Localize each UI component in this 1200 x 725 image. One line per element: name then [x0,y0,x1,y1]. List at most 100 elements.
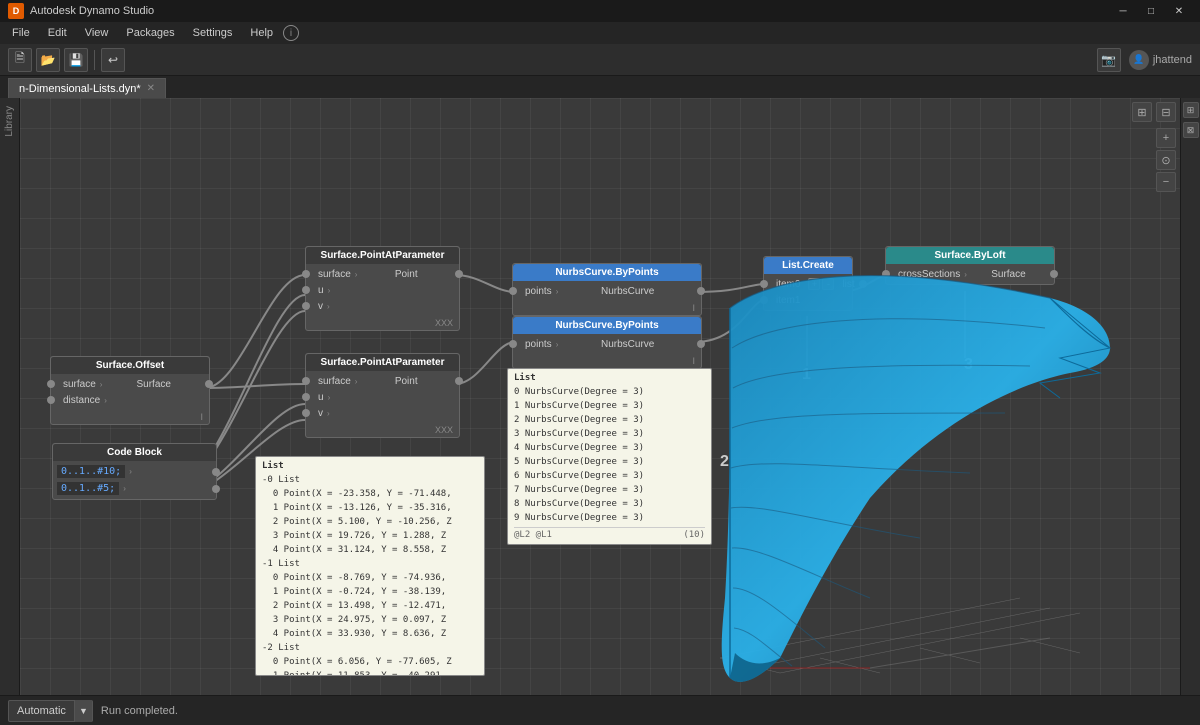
surface-point1-node[interactable]: Surface.PointAtParameter surface › Point… [305,246,460,331]
code1-port-right[interactable] [212,468,220,476]
list-remove-button[interactable]: - [822,278,834,290]
byloft-sections-row: crossSections › Surface [886,266,1054,282]
menu-packages[interactable]: Packages [118,25,182,41]
list-add-button[interactable]: + [808,278,820,290]
menu-edit[interactable]: Edit [40,25,75,41]
surface-output-label: Surface [133,379,175,390]
preview2-footer-left: @L2 @L1 [514,530,552,540]
nurbs1-points-row: points › NurbsCurve [513,283,701,299]
surface-port-right[interactable] [205,380,213,388]
nurbs2-body: points › NurbsCurve [513,334,701,354]
byloft-output-port[interactable] [1050,270,1058,278]
sp1-u-port[interactable] [302,286,310,294]
sp2-u-port[interactable] [302,393,310,401]
surface-point2-node[interactable]: Surface.PointAtParameter surface › Point… [305,353,460,438]
nurbs2-footer: I [513,354,701,368]
list-output-port[interactable] [859,280,867,288]
surface-byloft-node[interactable]: Surface.ByLoft crossSections › Surface [885,246,1055,285]
nurbs2-points-port[interactable] [509,340,517,348]
code1-arrow: › [129,467,132,476]
surface-point2-body: surface › Point u › v › [306,371,459,423]
sp1-u-arrow: › [328,286,331,295]
list-create-header: List.Create [764,257,852,274]
info-icon[interactable]: i [283,25,299,41]
sp1-v-port[interactable] [302,302,310,310]
canvas-label-2: 2 [720,453,729,471]
list-item1-label: item1 [772,295,804,306]
code2-arrow: › [123,484,126,493]
run-mode-arrow[interactable]: ▼ [74,700,92,722]
surface-point2-header: Surface.PointAtParameter [306,354,459,371]
camera-button[interactable]: 📷 [1097,48,1121,72]
list-create-node[interactable]: List.Create item0 + - list item1 [763,256,853,311]
toolbar-right: 📷 👤 jhattend [1097,48,1192,72]
view-3d-button[interactable]: ⊟ [1156,102,1176,122]
menu-view[interactable]: View [77,25,117,41]
sp2-u-label: u [314,392,328,403]
sp2-surface-port[interactable] [302,377,310,385]
menu-file[interactable]: File [4,25,38,41]
save-button[interactable]: 💾 [64,48,88,72]
sp2-output-port[interactable] [455,377,463,385]
tabbar: n-Dimensional-Lists.dyn* ✕ [0,76,1200,98]
distance-port-left[interactable] [47,396,55,404]
canvas[interactable]: Surface.Offset surface › Surface distanc… [20,98,1180,695]
status-text: Run completed. [101,705,178,717]
list-item0-label: item0 [772,279,804,290]
distance-label: distance [59,395,104,406]
sidebar-label: Library [4,102,15,141]
canvas-label-1: 1 [802,366,811,384]
sp2-surface-arrow: › [355,377,358,386]
sp2-u-row: u › [306,389,459,405]
sp1-surface-label: surface [314,269,355,280]
preview2-footer: @L2 @L1 (10) [514,527,705,540]
minimize-button[interactable]: ─ [1110,0,1136,22]
tab-close-button[interactable]: ✕ [147,83,155,94]
menu-settings[interactable]: Settings [185,25,241,41]
maximize-button[interactable]: □ [1138,0,1164,22]
zoom-fit-button[interactable]: ⊙ [1156,150,1176,170]
right-panel-btn1[interactable]: ⊞ [1183,102,1199,118]
sp1-surface-port[interactable] [302,270,310,278]
open-button[interactable]: 📂 [36,48,60,72]
zoom-in-button[interactable]: + [1156,128,1176,148]
nurbs2-node[interactable]: NurbsCurve.ByPoints points › NurbsCurve … [512,316,702,369]
sp2-v-row: v › [306,405,459,421]
byloft-output-label: Surface [987,269,1029,280]
run-dropdown[interactable]: Automatic ▼ [8,700,93,722]
surface-offset-footer: I [51,410,209,424]
sp2-v-port[interactable] [302,409,310,417]
right-panel-btn2[interactable]: ⊠ [1183,122,1199,138]
list-create-item1-row: item1 [764,292,852,308]
byloft-sections-label: crossSections [894,269,964,280]
list-item1-port[interactable] [760,296,768,304]
new-button[interactable]: 🗎 [8,48,32,72]
zoom-out-button[interactable]: − [1156,172,1176,192]
list-create-item0-row: item0 + - list [764,276,852,292]
nurbs1-output-port[interactable] [697,287,705,295]
surface-port-left[interactable] [47,380,55,388]
byloft-sections-port[interactable] [882,270,890,278]
user-info: 👤 jhattend [1129,50,1192,70]
view-2d-button[interactable]: ⊞ [1132,102,1152,122]
menu-help[interactable]: Help [242,25,281,41]
surface-point1-body: surface › Point u › v › [306,264,459,316]
sp2-footer: XXX [306,423,459,437]
nurbs1-node[interactable]: NurbsCurve.ByPoints points › NurbsCurve … [512,263,702,316]
code-block-node[interactable]: Code Block 0..1..#10; › 0..1..#5; › [52,443,217,500]
user-avatar: 👤 [1129,50,1149,70]
nurbs2-output-port[interactable] [697,340,705,348]
canvas-controls: ⊞ ⊟ [1132,102,1176,122]
surface-offset-node[interactable]: Surface.Offset surface › Surface distanc… [50,356,210,425]
nurbs1-points-port[interactable] [509,287,517,295]
sp1-output-port[interactable] [455,270,463,278]
app-title: Autodesk Dynamo Studio [30,5,154,17]
close-button[interactable]: ✕ [1166,0,1192,22]
sp1-v-row: v › [306,298,459,314]
list-create-body: item0 + - list item1 [764,274,852,310]
code2-port-right[interactable] [212,485,220,493]
username-label: jhattend [1153,54,1192,66]
list-item0-port[interactable] [760,280,768,288]
active-tab[interactable]: n-Dimensional-Lists.dyn* ✕ [8,78,166,98]
undo-button[interactable]: ↩ [101,48,125,72]
